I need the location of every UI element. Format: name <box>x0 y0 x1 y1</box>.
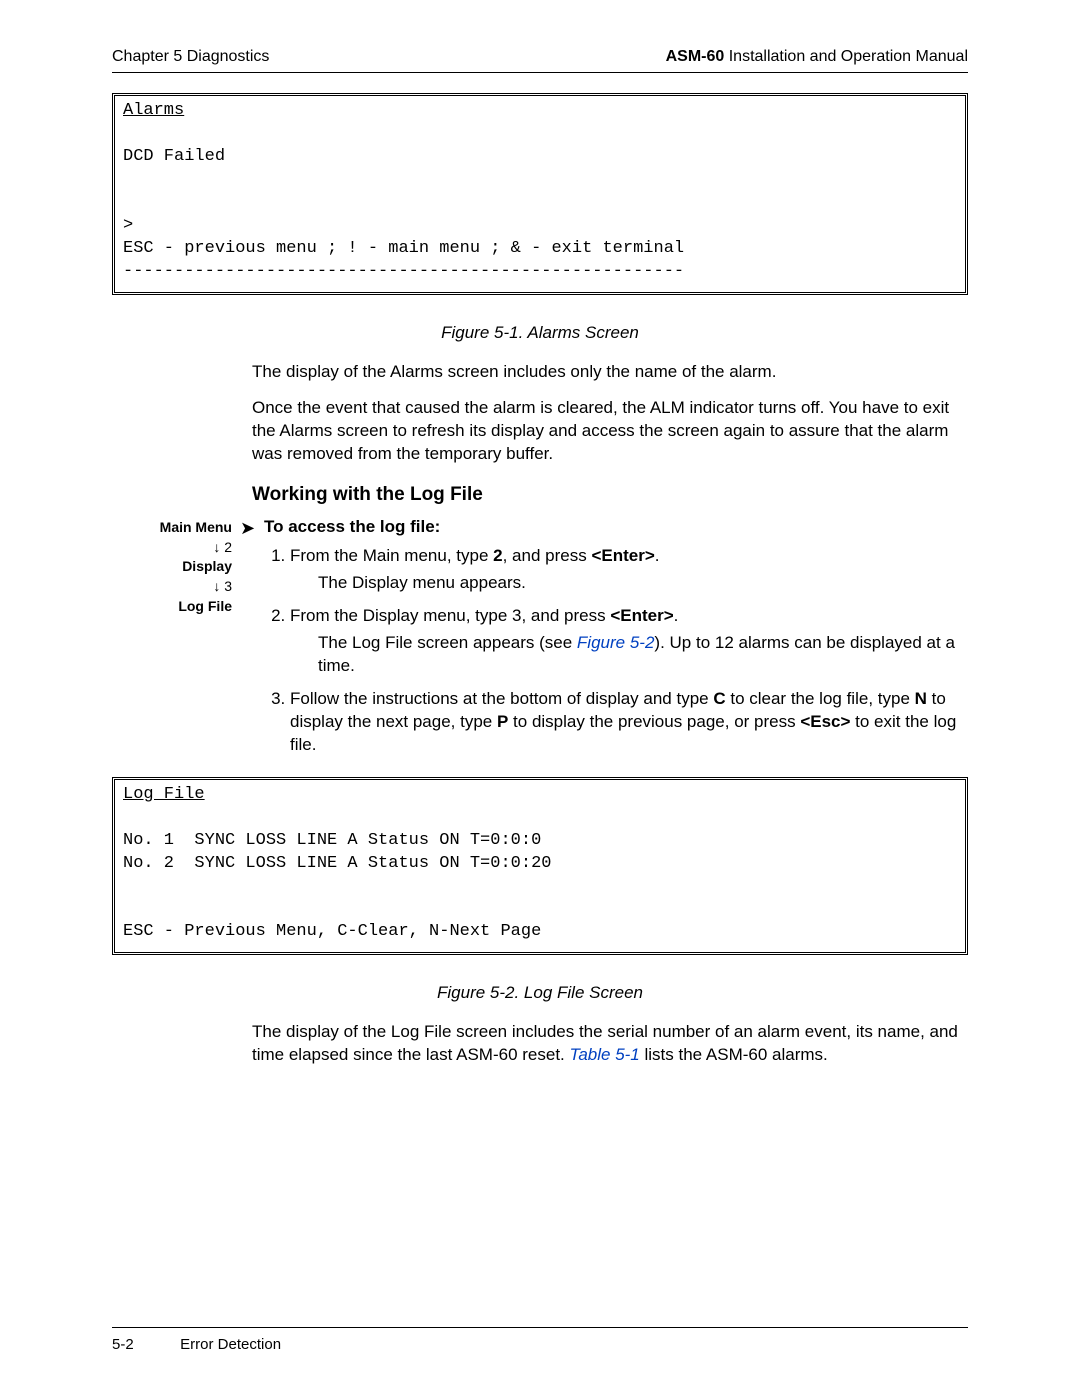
step2-key-enter: <Enter> <box>610 606 673 625</box>
log-line1: No. 1 SYNC LOSS LINE A Status ON T=0:0:0 <box>123 831 541 850</box>
procedure-arrow-icon: ➤ <box>240 516 264 540</box>
step3-text-g: to display the previous page, or press <box>508 712 800 731</box>
step1-result: The Display menu appears. <box>318 572 968 595</box>
step2-text-a: From the Display menu, type 3, and press <box>290 606 610 625</box>
sidenote-display: Display <box>112 557 232 577</box>
sidenote-main-menu: Main Menu <box>112 518 232 538</box>
header-manual: Installation and Operation Manual <box>724 48 968 65</box>
procedure-steps: From the Main menu, type 2, and press <E… <box>264 545 968 757</box>
step2-result: The Log File screen appears (see Figure … <box>318 632 968 678</box>
step-3: Follow the instructions at the bottom of… <box>290 688 968 757</box>
step2-sub-a: The Log File screen appears (see <box>318 633 577 652</box>
step1-key-2: 2 <box>493 546 502 565</box>
table-5-1-link[interactable]: Table 5-1 <box>570 1045 640 1064</box>
sidenote-log-file: Log File <box>112 597 232 617</box>
alarms-line1: DCD Failed <box>123 147 225 166</box>
nav-sidenote: Main Menu ↓ 2 Display ↓ 3 Log File <box>112 516 240 616</box>
page-number: 5-2 <box>112 1336 176 1353</box>
step1-text-a: From the Main menu, type <box>290 546 493 565</box>
procedure-lead: To access the log file: <box>264 516 968 539</box>
alarms-prompt: > <box>123 216 133 235</box>
step3-key-esc: <Esc> <box>800 712 850 731</box>
sidenote-down-3: ↓ 3 <box>112 577 232 597</box>
figure-5-2-link[interactable]: Figure 5-2 <box>577 633 654 652</box>
step3-text-c: to clear the log file, type <box>726 689 915 708</box>
document-page: Chapter 5 Diagnostics ASM-60 Installatio… <box>0 0 1080 1397</box>
step-2: From the Display menu, type 3, and press… <box>290 605 968 678</box>
procedure-content: To access the log file: From the Main me… <box>264 516 968 766</box>
alarms-screen-box: Alarms DCD Failed > ESC - previous menu … <box>112 93 968 295</box>
header-right: ASM-60 Installation and Operation Manual <box>666 48 968 66</box>
procedure-row: Main Menu ↓ 2 Display ↓ 3 Log File ➤ To … <box>112 516 968 766</box>
header-product: ASM-60 <box>666 48 725 65</box>
step1-key-enter: <Enter> <box>591 546 654 565</box>
page-footer: 5-2 Error Detection <box>112 1327 968 1353</box>
step3-key-n: N <box>915 689 927 708</box>
footer-section: Error Detection <box>180 1336 281 1353</box>
alarms-nav: ESC - previous menu ; ! - main menu ; & … <box>123 239 684 258</box>
sidenote-down-2: ↓ 2 <box>112 538 232 558</box>
step3-key-c: C <box>713 689 725 708</box>
page-header: Chapter 5 Diagnostics ASM-60 Installatio… <box>112 48 968 73</box>
log-line2: No. 2 SYNC LOSS LINE A Status ON T=0:0:2… <box>123 854 551 873</box>
section-heading-log-file: Working with the Log File <box>252 484 968 506</box>
alarms-title: Alarms <box>123 101 184 120</box>
alarms-dashes: ----------------------------------------… <box>123 262 684 281</box>
step1-text-c: , and press <box>503 546 592 565</box>
figure-5-2-caption: Figure 5-2. Log File Screen <box>112 983 968 1003</box>
log-nav: ESC - Previous Menu, C-Clear, N-Next Pag… <box>123 922 541 941</box>
step-1: From the Main menu, type 2, and press <E… <box>290 545 968 595</box>
header-left: Chapter 5 Diagnostics <box>112 48 269 66</box>
paragraph-3: The display of the Log File screen inclu… <box>252 1021 968 1067</box>
paragraph-1: The display of the Alarms screen include… <box>252 361 968 384</box>
para3-b: lists the ASM-60 alarms. <box>640 1045 828 1064</box>
paragraph-2: Once the event that caused the alarm is … <box>252 397 968 466</box>
step3-text-a: Follow the instructions at the bottom of… <box>290 689 713 708</box>
log-file-screen-box: Log File No. 1 SYNC LOSS LINE A Status O… <box>112 777 968 956</box>
step3-key-p: P <box>497 712 508 731</box>
figure-5-1-caption: Figure 5-1. Alarms Screen <box>112 323 968 343</box>
step2-text-c: . <box>674 606 679 625</box>
log-title: Log File <box>123 785 205 804</box>
step1-text-e: . <box>655 546 660 565</box>
